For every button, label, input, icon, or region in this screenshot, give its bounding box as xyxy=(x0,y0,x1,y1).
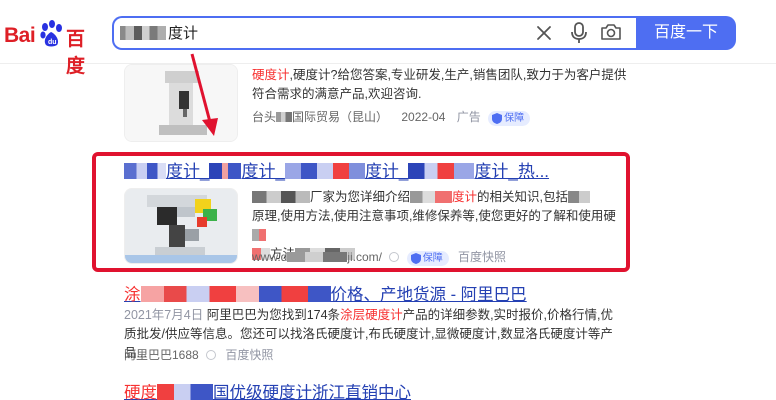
url-pixelated xyxy=(287,252,348,262)
clear-icon[interactable] xyxy=(534,23,554,43)
snippet-keyword: 度计 xyxy=(452,190,478,204)
title-pixelated-1 xyxy=(124,163,166,179)
shield-icon xyxy=(410,253,421,264)
svg-text:du: du xyxy=(48,39,57,46)
title-pixelated xyxy=(140,286,331,302)
microphone-icon[interactable] xyxy=(569,21,589,45)
title-prefix: 硬度 xyxy=(124,384,157,400)
guarantee-label: 保障 xyxy=(422,253,443,264)
red-arrow-annotation xyxy=(190,53,218,136)
title-text-3: 度计_ xyxy=(364,162,409,181)
title-pixelated-2 xyxy=(209,163,242,179)
result-3-meta: 阿里巴巴1688 百度快照 xyxy=(124,346,273,364)
result-3-title[interactable]: 涂 价格、产地货源 - 阿里巴巴 xyxy=(124,284,527,306)
snippet-line2: 原理,使用方法,使用注意事项,维修保养等,使您更好的了解和使用 xyxy=(252,209,604,223)
guarantee-badge[interactable]: 保障 xyxy=(488,111,531,126)
logo-text-cn: 百度 xyxy=(66,28,86,77)
snippet-a: 阿里巴巴为您找到174条 xyxy=(206,308,341,322)
more-info-icon[interactable] xyxy=(389,252,400,262)
result-2-title[interactable]: 度计_ 度计_ 度计_ 度计_热... xyxy=(124,161,549,183)
url-suffix[interactable]: ji.com/ xyxy=(347,250,382,264)
search-input[interactable]: 度计 xyxy=(120,24,198,44)
guarantee-badge[interactable]: 保障 xyxy=(406,251,449,266)
result-1-snippet: 硬度计,硬度计?给您答案,专业研发,生产,销售团队,致力于为客户提供符合需求的满… xyxy=(252,66,632,104)
snippet-line1-b: 的相关知识,包括 xyxy=(477,190,569,204)
more-info-icon[interactable] xyxy=(206,350,217,360)
title-pixelated-3 xyxy=(284,163,365,179)
guarantee-label: 保障 xyxy=(504,113,525,124)
snippet-line1-a: 厂家为您详细介绍 xyxy=(310,190,411,204)
source-prefix[interactable]: 台头 xyxy=(252,110,276,124)
source-pixelated xyxy=(276,112,293,122)
ad-label[interactable]: 广告 xyxy=(457,110,481,124)
snippet-keyword: 涂层硬度计 xyxy=(340,308,403,322)
query-visible-text: 度计 xyxy=(168,25,199,42)
snippet-text: ,硬度计?给您答案,专业研发,生产,销售团队,致力于为客户提供符合需求的满意产品… xyxy=(252,68,627,101)
title-suffix: 国优级硬度计浙江直销中心 xyxy=(213,384,411,400)
snippet-keyword: 硬度计 xyxy=(252,68,290,82)
result-date: 2022-04 xyxy=(401,110,446,124)
logo-text-bai: Bai xyxy=(4,24,36,47)
result-4-title[interactable]: 硬度 国优级硬度计浙江直销中心 xyxy=(124,382,411,400)
cache-link[interactable]: 百度快照 xyxy=(458,250,506,264)
search-button[interactable]: 百度一下 xyxy=(636,16,736,50)
title-prefix: 涂 xyxy=(124,286,141,304)
title-text-1: 度计_ xyxy=(166,162,210,181)
title-pixelated-4 xyxy=(408,163,475,179)
result-2-thumbnail[interactable] xyxy=(124,188,238,264)
product-image-pixelated xyxy=(125,189,237,263)
shield-icon xyxy=(492,113,503,124)
result-2-meta: www.d ji.com/ 保障 百度快照 xyxy=(252,248,506,266)
baidu-logo[interactable]: Bai du 百度 xyxy=(4,18,100,77)
title-text-2: 度计_ xyxy=(241,162,285,181)
snippet-pixelated-4 xyxy=(252,229,266,241)
snippet-pixelated-1 xyxy=(252,191,310,203)
snippet-line2-end: 硬 xyxy=(603,209,616,223)
result-date: 2021年7月4日 xyxy=(124,308,204,322)
result-1-meta: 台头 国际贸易（昆山） 2022-04 广告 保障 xyxy=(252,108,531,126)
title-pixelated xyxy=(157,384,213,400)
paw-icon: du xyxy=(40,20,62,47)
title-suffix: 价格、产地货源 - 阿里巴巴 xyxy=(330,286,527,304)
url-prefix[interactable]: www.d xyxy=(252,250,287,264)
camera-icon[interactable] xyxy=(600,22,622,42)
query-pixelated xyxy=(120,26,166,40)
title-text-4: 度计_热... xyxy=(474,162,550,181)
snippet-pixelated-2 xyxy=(410,191,453,203)
cache-link[interactable]: 百度快照 xyxy=(225,348,273,362)
source-suffix[interactable]: 国际贸易（昆山） xyxy=(292,110,388,124)
source-name[interactable]: 阿里巴巴1688 xyxy=(124,348,199,362)
snippet-pixelated-3 xyxy=(568,191,591,203)
